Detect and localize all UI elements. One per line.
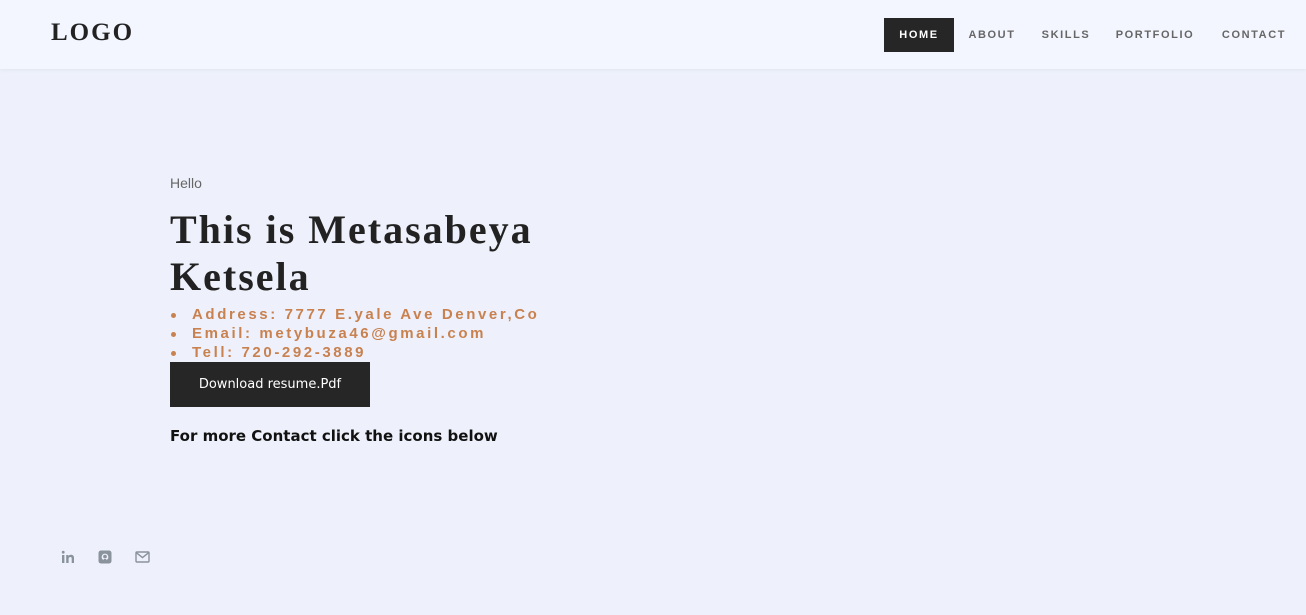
nav-portfolio[interactable]: PORTFOLIO: [1102, 18, 1208, 52]
hero-section: Hello This is Metasabeya Ketsela Address…: [170, 174, 670, 445]
more-contact-text: For more Contact click the icons below: [170, 427, 498, 445]
nav-skills[interactable]: SKILLS: [1030, 18, 1102, 52]
contact-list: Address: 7777 E.yale Ave Denver,Co Email…: [170, 305, 670, 362]
name-line-2: Ketsela: [170, 254, 311, 299]
contact-phone: Tell: 720-292-3889: [170, 343, 670, 362]
main-nav: HOME ABOUT SKILLS PORTFOLIO CONTACT: [884, 18, 1300, 52]
linkedin-icon[interactable]: [60, 549, 76, 565]
nav-about[interactable]: ABOUT: [954, 18, 1030, 52]
mail-icon[interactable]: [134, 549, 150, 565]
logo[interactable]: LOGO: [51, 19, 134, 47]
social-links: [60, 549, 171, 565]
download-resume-button[interactable]: Download resume.Pdf: [170, 362, 370, 407]
nav-contact[interactable]: CONTACT: [1208, 18, 1300, 52]
contact-email: Email: metybuza46@gmail.com: [170, 324, 670, 343]
contact-address: Address: 7777 E.yale Ave Denver,Co: [170, 305, 670, 324]
page-title: This is Metasabeya Ketsela: [170, 206, 670, 300]
nav-home[interactable]: HOME: [884, 18, 954, 52]
github-icon[interactable]: [97, 549, 113, 565]
site-header: LOGO HOME ABOUT SKILLS PORTFOLIO CONTACT: [0, 0, 1306, 69]
greeting: Hello: [170, 175, 202, 191]
name-line-1: This is Metasabeya: [170, 207, 533, 252]
